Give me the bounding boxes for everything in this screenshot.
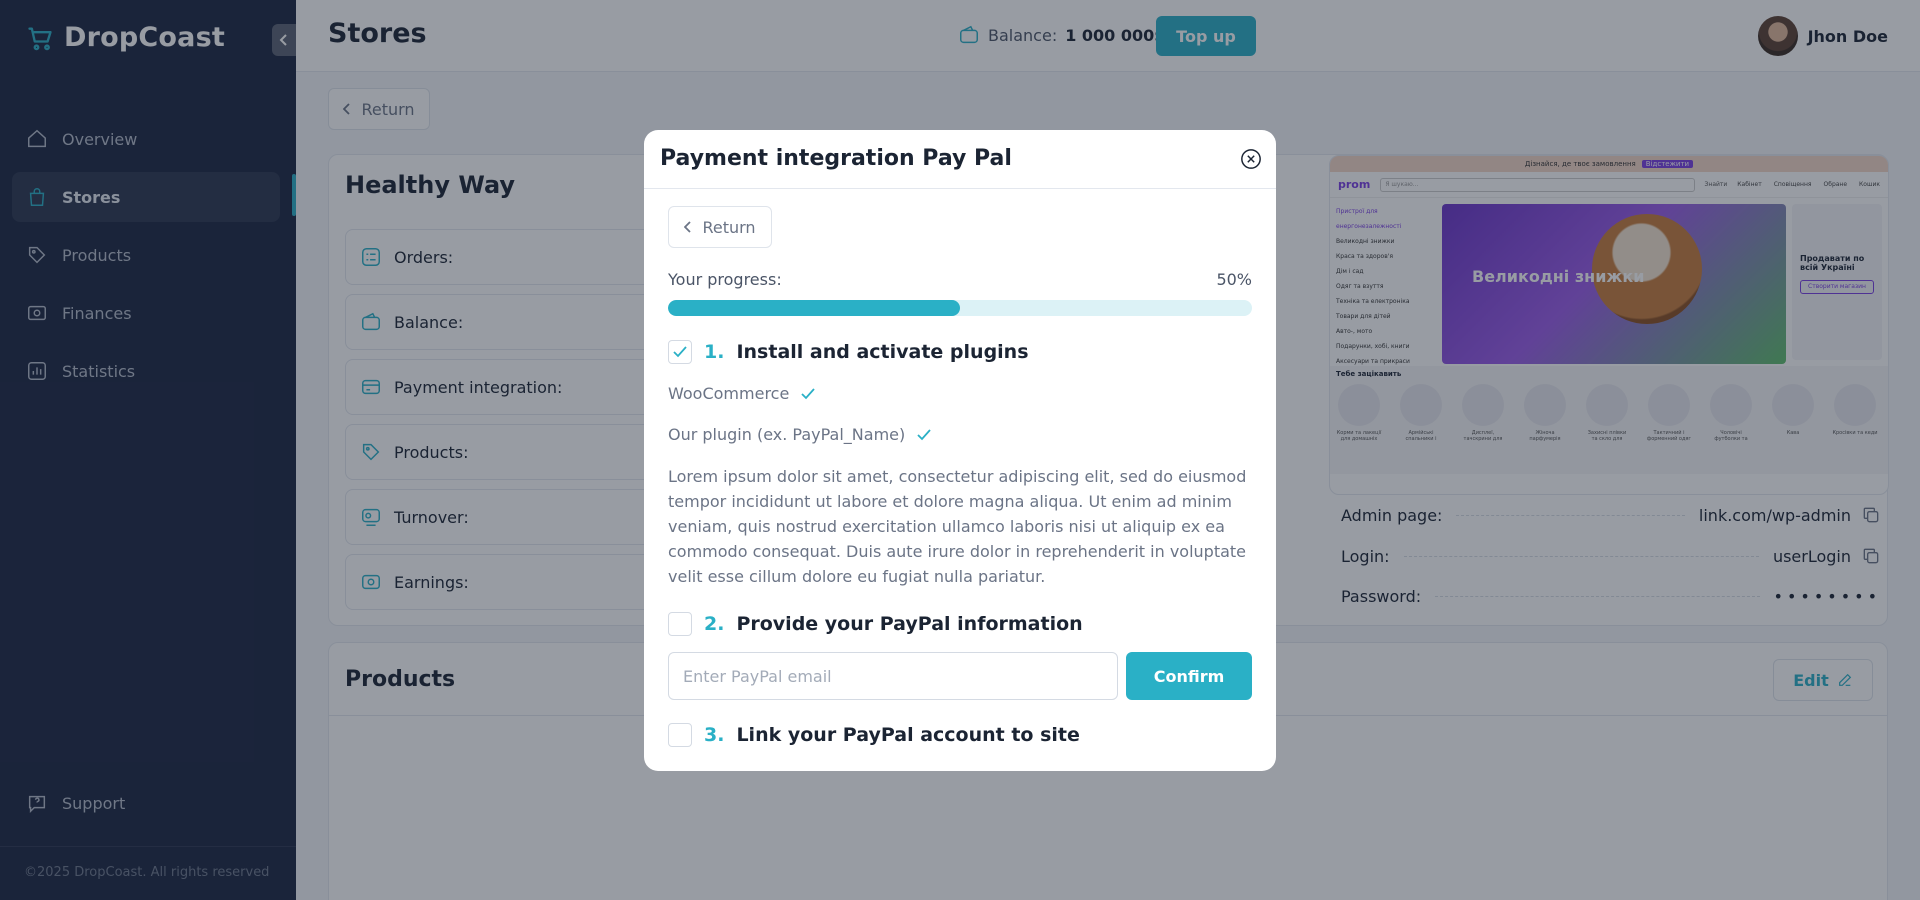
plugin-name: Our plugin (ex. PayPal_Name) [668,425,906,444]
close-icon[interactable] [1240,148,1262,170]
divider [644,188,1276,189]
step-number: 3. [704,724,725,746]
step-title: Link your PayPal account to site [736,724,1080,746]
progress-label: Your progress: [668,270,782,289]
progress-fill [668,300,960,316]
progress-bar [668,300,1252,316]
progress-percent: 50% [1216,270,1252,289]
step-1-checkbox[interactable] [668,340,692,364]
step-provide-paypal-info: 2. Provide your PayPal information [668,612,1083,636]
modal-title: Payment integration Pay Pal [660,146,1012,171]
confirm-button[interactable]: Confirm [1126,652,1252,700]
step-install-plugins: 1. Install and activate plugins [668,340,1029,364]
step-number: 1. [704,341,725,363]
payment-integration-modal: Payment integration Pay Pal Return Your … [644,130,1276,771]
step-title: Provide your PayPal information [736,613,1083,635]
check-icon [673,346,687,358]
return-label: Return [702,217,756,237]
chevron-left-icon [684,221,692,233]
paypal-email-input[interactable] [668,652,1118,700]
step-number: 2. [704,613,725,635]
plugin-our-plugin: Our plugin (ex. PayPal_Name) [668,425,931,444]
step-3-checkbox[interactable] [668,723,692,747]
modal-return-button[interactable]: Return [668,206,772,248]
step-link-paypal-account: 3. Link your PayPal account to site [668,723,1080,747]
step-title: Install and activate plugins [736,341,1029,363]
plugin-name: WooCommerce [668,384,790,403]
step-description: Lorem ipsum dolor sit amet, consectetur … [668,467,1247,586]
check-icon [917,428,931,440]
step-2-checkbox[interactable] [668,612,692,636]
check-icon [801,387,815,399]
plugin-woocommerce: WooCommerce [668,384,815,403]
